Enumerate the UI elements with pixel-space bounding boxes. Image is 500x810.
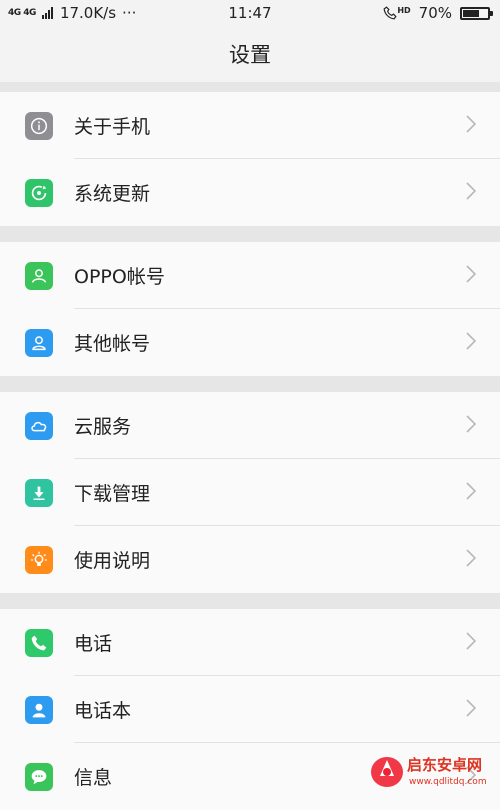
group-divider	[0, 376, 500, 392]
settings-item[interactable]: 电话本	[0, 676, 500, 743]
settings-item[interactable]: 其他帐号	[0, 309, 500, 376]
group-divider	[0, 82, 500, 92]
settings-item-label: 信息	[74, 767, 113, 789]
settings-group: 云服务下载管理使用说明	[0, 392, 500, 593]
settings-item-label: 系统更新	[74, 183, 151, 205]
chevron-right-icon	[466, 264, 477, 287]
settings-item-label: 电话	[74, 633, 113, 655]
settings-item-label: 电话本	[74, 700, 132, 722]
settings-item[interactable]: 云服务	[0, 392, 500, 459]
settings-item[interactable]: OPPO帐号	[0, 242, 500, 309]
person-outline-icon	[25, 328, 53, 357]
settings-item[interactable]: 系统更新	[0, 159, 500, 226]
message-icon	[25, 762, 53, 791]
lightbulb-icon	[25, 545, 53, 574]
settings-item-label: 云服务	[74, 416, 132, 438]
hd-call-icon: HD	[383, 6, 411, 20]
settings-item-label: 使用说明	[74, 550, 151, 572]
settings-item-label: 关于手机	[74, 116, 151, 138]
chevron-right-icon	[466, 181, 477, 204]
chevron-right-icon	[466, 331, 477, 354]
group-divider	[0, 226, 500, 242]
chevron-right-icon	[466, 698, 477, 721]
phone-icon	[25, 628, 53, 657]
status-right: HD 70%	[383, 4, 493, 22]
settings-item-label: OPPO帐号	[74, 266, 165, 288]
chevron-right-icon	[466, 114, 477, 137]
download-icon	[25, 478, 53, 507]
cloud-icon	[25, 411, 53, 440]
battery-percent: 70%	[418, 4, 452, 22]
chevron-right-icon	[466, 548, 477, 571]
contacts-icon	[25, 695, 53, 724]
settings-item[interactable]: 下载管理	[0, 459, 500, 526]
hd-label: HD	[397, 6, 411, 15]
settings-item[interactable]: 关于手机	[0, 92, 500, 159]
settings-list: 关于手机系统更新 OPPO帐号 其他帐号云服务下载管理使用说明电话电话本信息	[0, 82, 500, 810]
battery-fill	[463, 9, 480, 17]
person-icon	[25, 261, 53, 290]
chevron-right-icon	[466, 631, 477, 654]
watermark-url: www.qdlitdq.com	[409, 777, 487, 787]
watermark-brand: 启东安卓网	[407, 756, 482, 774]
site-watermark-logo: 启东安卓网 www.qdlitdq.com	[371, 756, 487, 787]
chevron-right-icon	[466, 481, 477, 504]
chevron-right-icon	[466, 414, 477, 437]
settings-item[interactable]: 使用说明	[0, 526, 500, 593]
system-update-icon	[25, 178, 53, 207]
info-icon	[25, 111, 53, 140]
settings-group: OPPO帐号 其他帐号	[0, 242, 500, 376]
settings-item[interactable]: 电话	[0, 609, 500, 676]
status-bar: 4G 4G 17.0K/s ··· 11:47 HD 70%	[0, 0, 500, 28]
settings-item-label: 其他帐号	[74, 333, 151, 355]
page-title: 设置	[0, 28, 500, 82]
settings-item-label: 下载管理	[74, 483, 151, 505]
battery-icon	[460, 6, 493, 20]
settings-group: 关于手机 系统更新	[0, 92, 500, 226]
group-divider	[0, 593, 500, 609]
